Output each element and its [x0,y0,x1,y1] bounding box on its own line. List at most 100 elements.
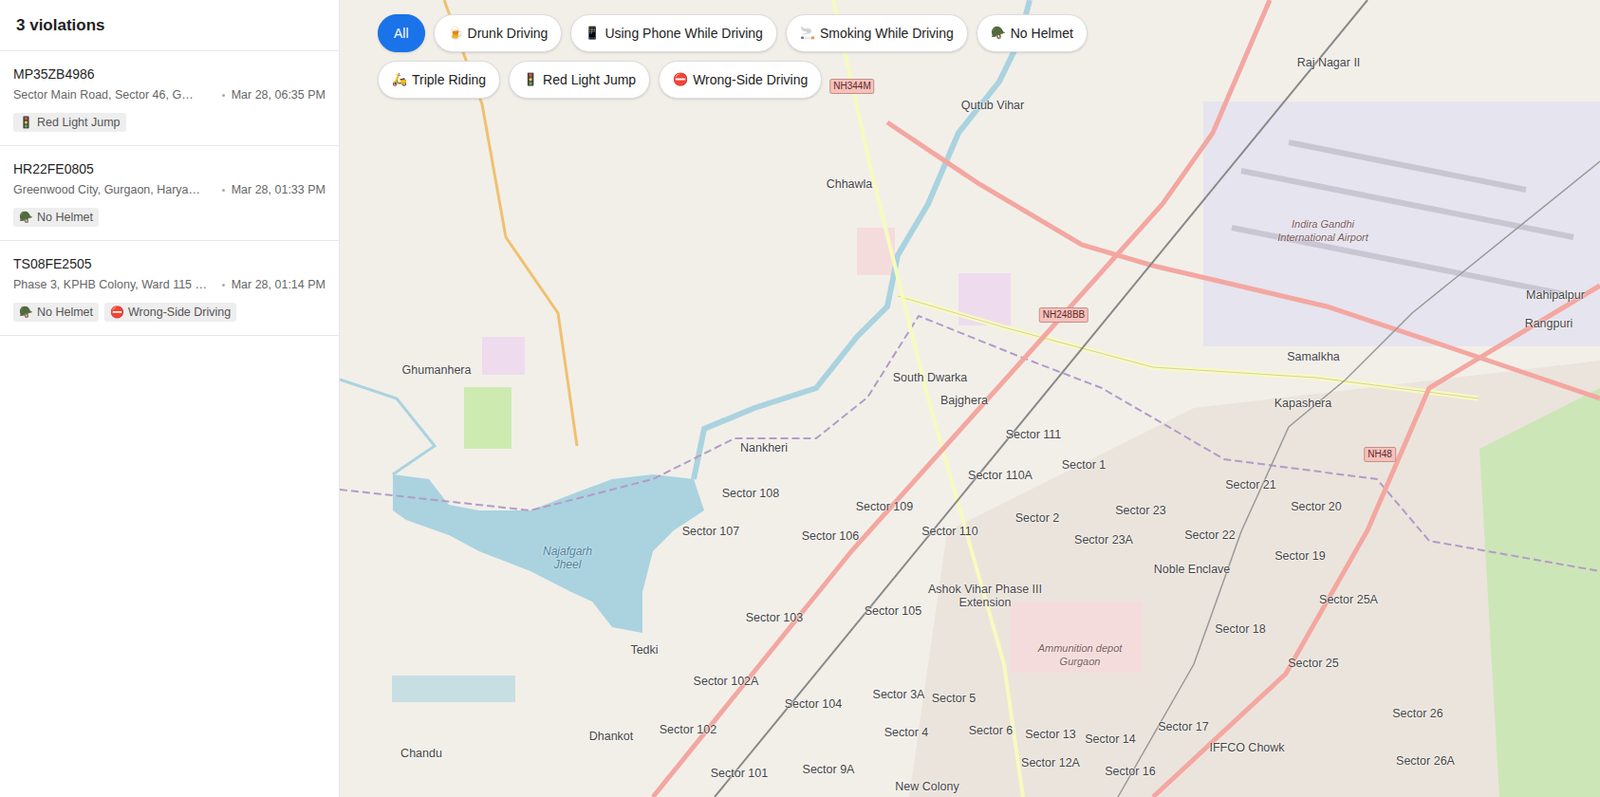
filter-chip[interactable]: ⛔Wrong-Side Driving [658,60,822,99]
filter-chip[interactable]: 📱Using Phone While Driving [570,14,778,53]
plate-number: MP35ZB4986 [13,65,326,83]
map-label: Raj Nagar II [1297,55,1361,70]
violations-sidebar: 3 violations MP35ZB4986 Sector Main Road,… [0,0,340,797]
violation-type-icon: 📱 [584,23,600,43]
violation-type-icon: 🪖 [18,304,34,320]
filter-label: Wrong-Side Driving [692,70,808,91]
map-label: Sector 106 [801,529,859,543]
map-label: Sector 6 [968,724,1014,738]
map-label: Noble Enclave [1153,562,1231,577]
violation-row[interactable]: TS08FE2505 Phase 3, KPHB Colony, Ward 115… [0,241,339,336]
violation-tag: ⛔Wrong-Side Driving [104,302,237,322]
map-label: Sector 5 [931,691,977,706]
violation-type-label: No Helmet [37,304,94,320]
violation-time: Mar 28, 06:35 PM [231,87,326,103]
map[interactable]: ChhawlaQutub ViharSouth DwarkaBajgheraGh… [339,0,1600,797]
map-label: Chandu [400,746,443,761]
map-label: Sector 110 [921,524,979,539]
violation-meta: Greenwood City, Gurgaon, Harya… Mar 28, 0… [13,182,326,198]
violation-address: Sector Main Road, Sector 46, G… [13,87,216,103]
filter-label: No Helmet [1010,23,1074,44]
map-label: Sector 108 [722,486,780,501]
map-label: Sector 12A [1021,756,1080,770]
map-label: New Colony [894,780,959,794]
violation-type-icon: 🍺 [447,23,464,43]
filter-label: Using Phone While Driving [604,23,763,44]
filter-chip[interactable]: 🚦Red Light Jump [508,60,651,99]
map-label: NH248BB [1039,307,1089,323]
map-label: Sector 26A [1395,754,1455,768]
filter-bar: All🍺Drunk Driving📱Using Phone While Driv… [377,14,1109,99]
plate-number: TS08FE2505 [13,255,326,273]
map-label: Kapashera [1274,396,1332,410]
map-label: Ashok Vihar Phase III Extension [913,582,1057,610]
violation-meta: Phase 3, KPHB Colony, Ward 115 …Mar 28, … [13,277,326,293]
map-label: Sector 109 [855,500,913,514]
map-label: Sector 21 [1225,478,1277,492]
violation-type-label: Red Light Jump [37,114,121,131]
map-label: Chhawla [826,177,874,191]
map-label: Sector 18 [1214,622,1266,636]
map-label: Indira Gandhi International Airport [1270,217,1376,244]
violation-type-icon: ⛔ [672,70,689,90]
violation-time: Mar 28, 01:33 PM [231,182,326,198]
separator-dot [222,188,225,192]
violation-row[interactable]: HR22FE0805Greenwood City, Gurgaon, Harya… [0,146,339,242]
violation-row[interactable]: MP35ZB4986 Sector Main Road, Sector 46, G… [0,51,339,147]
map-label: South Dwarka [893,371,968,385]
map-label: Sector 111 [1005,427,1062,442]
map-label: Sector 22 [1184,528,1236,542]
filter-label: All [393,23,410,44]
violation-tag: 🪖No Helmet [13,207,99,227]
map-label: Sector 1 [1061,458,1107,472]
violation-tags: 🪖No Helmet⛔Wrong-Side Driving [13,302,326,322]
filter-chip[interactable]: 🍺Drunk Driving [433,14,563,53]
map-label: Rangpuri [1525,316,1574,331]
map-label: Sector 16 [1104,764,1156,779]
map-label: Samalkha [1286,350,1340,364]
filter-label: Drunk Driving [467,23,549,44]
map-label: Sector 23A [1074,533,1134,547]
violation-type-icon: 🪖 [18,209,34,225]
map-label: IFFCO Chowk [1209,741,1284,755]
map-label: Mahipalpur [1525,288,1585,302]
violation-tag: 🪖No Helmet [13,302,99,322]
map-label: Sector 2 [1015,511,1061,525]
map-label: Ghumanhera [402,363,472,377]
map-label: Nankheri [740,441,788,455]
map-label: Sector 103 [745,611,803,625]
map-label: Sector 102A [693,674,760,689]
violation-tag: 🚦Red Light Jump [13,112,127,132]
violation-type-icon: 🚦 [522,70,539,90]
map-label: Sector 110A [967,468,1033,483]
separator-dot [222,283,225,287]
map-label: NH344M [829,78,875,94]
violation-address: Greenwood City, Gurgaon, Harya… [13,182,216,198]
filter-chip[interactable]: 🪖No Helmet [976,14,1088,53]
violation-tags: 🚦Red Light Jump [13,112,326,132]
map-label: Sector 26 [1392,706,1444,721]
violation-type-icon: 🚦 [18,114,34,131]
filter-chip[interactable]: 🛵Triple Riding [377,60,501,99]
violation-address: Phase 3, KPHB Colony, Ward 115 … [13,277,216,293]
violation-type-icon: 🛵 [391,70,408,90]
separator-dot [222,93,225,97]
map-label: Dhankot [589,729,634,744]
violation-type-icon: 🪖 [990,23,1006,43]
violation-meta: Sector Main Road, Sector 46, G… Mar 28, 0… [13,87,326,103]
violation-tags: 🪖No Helmet [13,207,326,227]
violation-count: 3 violations [16,13,106,38]
map-label: Sector 13 [1024,727,1077,742]
filter-chip[interactable]: 🚬Smoking While Driving [785,14,968,53]
violation-list: MP35ZB4986 Sector Main Road, Sector 46, G… [0,51,339,336]
filter-chip[interactable]: All [377,14,426,53]
violation-type-label: Wrong-Side Driving [128,304,231,320]
map-label: Sector 25 [1287,656,1340,670]
violation-type-icon: 🚬 [800,23,816,43]
map-label: Sector 3A [873,688,926,702]
map-label: Sector 9A [802,762,856,777]
filter-label: Triple Riding [411,70,486,91]
map-label: Najafgarh Jheel [529,544,606,572]
map-label: Sector 104 [784,697,842,711]
violation-type-label: No Helmet [37,209,94,225]
